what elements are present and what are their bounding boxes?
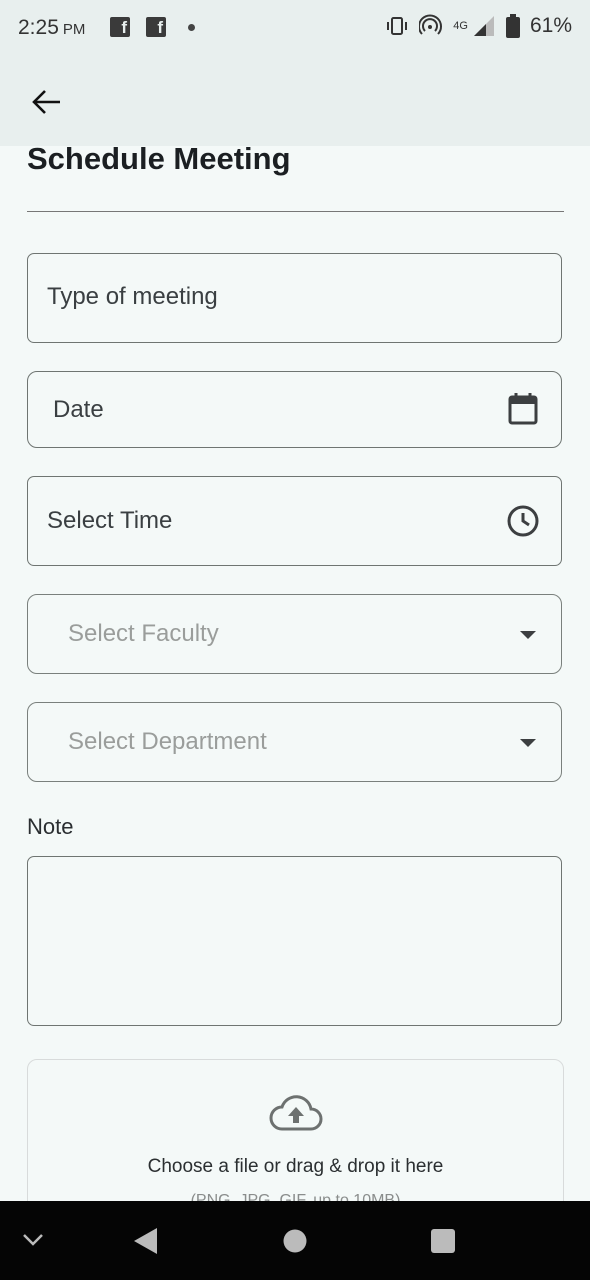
time-field[interactable]: Select Time: [27, 476, 562, 566]
department-dropdown[interactable]: Select Department: [27, 702, 562, 782]
upload-title: Choose a file or drag & drop it here: [147, 1156, 444, 1177]
cloud-upload-icon: [269, 1095, 323, 1131]
notification-dot: [188, 24, 195, 31]
battery-percent: 61%: [529, 14, 572, 37]
status-time-value: 2:25: [18, 16, 59, 39]
faculty-label: Select Faculty: [68, 620, 219, 647]
status-time-ampm: PM: [62, 21, 86, 38]
back-triangle-icon[interactable]: [133, 1227, 159, 1255]
clock-icon[interactable]: [506, 504, 540, 538]
dropdown-arrow-icon: [520, 739, 536, 747]
date-field[interactable]: Date: [27, 371, 562, 448]
hotspot-icon: [419, 14, 443, 35]
divider: [27, 211, 564, 212]
app-bar: [0, 56, 590, 146]
date-label: Date: [53, 396, 104, 423]
signal-icon: [473, 16, 494, 36]
network-label: 4G: [453, 20, 468, 32]
battery-icon: [505, 14, 520, 38]
system-navigation-bar: [0, 1201, 590, 1280]
status-bar: 2:25 PM f f 4G 61%: [0, 0, 590, 56]
time-label: Select Time: [47, 507, 173, 534]
page-title: Schedule Meeting: [27, 141, 291, 176]
note-textarea[interactable]: [27, 856, 562, 1026]
meeting-type-input[interactable]: Type of meeting: [27, 253, 562, 343]
facebook-icon: f: [146, 17, 166, 37]
calendar-icon[interactable]: [508, 393, 538, 425]
home-circle-icon[interactable]: [283, 1229, 307, 1253]
arrow-left-icon[interactable]: [28, 84, 64, 120]
chevron-down-icon[interactable]: [22, 1233, 44, 1247]
department-label: Select Department: [68, 728, 267, 755]
faculty-dropdown[interactable]: Select Faculty: [27, 594, 562, 674]
facebook-icon: f: [110, 17, 130, 37]
dropdown-arrow-icon: [520, 631, 536, 639]
status-time: 2:25 PM: [18, 16, 85, 40]
meeting-type-label: Type of meeting: [47, 283, 218, 310]
vibrate-icon: [387, 17, 408, 35]
recents-square-icon[interactable]: [430, 1228, 456, 1254]
status-icons: 4G 61%: [385, 14, 572, 38]
note-label: Note: [27, 814, 74, 839]
